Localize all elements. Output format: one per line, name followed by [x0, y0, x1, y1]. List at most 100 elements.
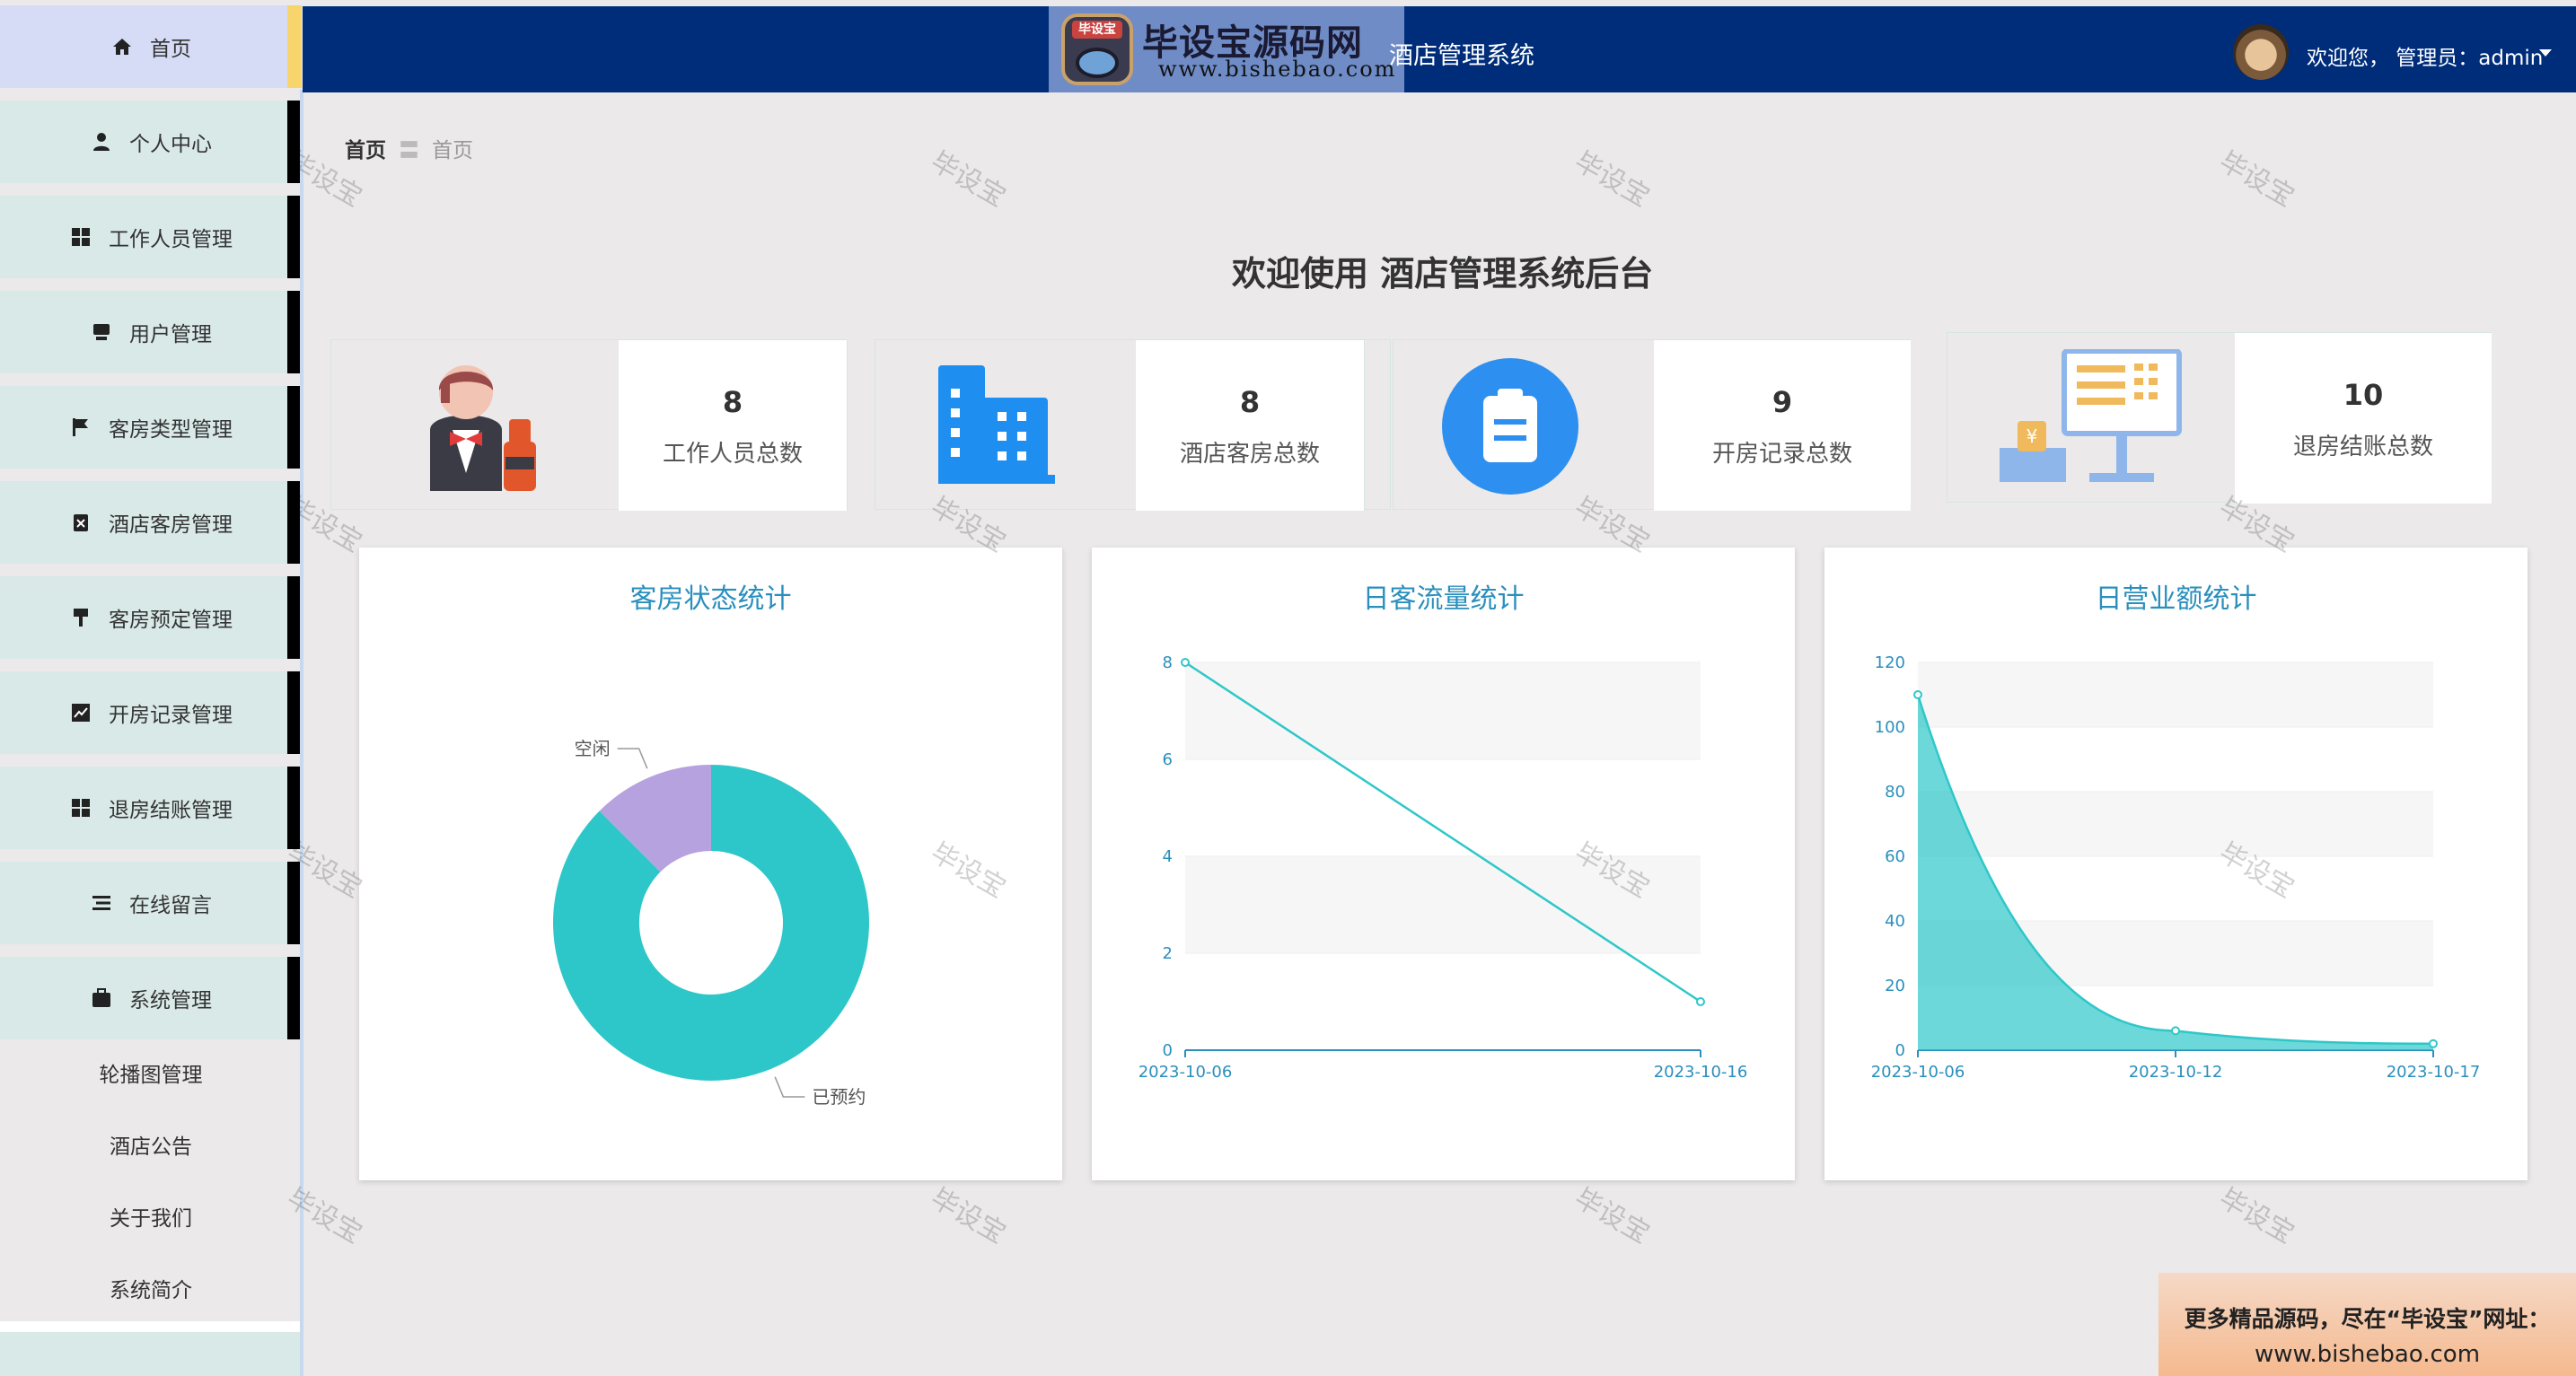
sidebar-item-reservations[interactable]: 客房预定管理	[0, 576, 302, 659]
sidebar-item-label: 在线留言	[129, 894, 212, 917]
data-point	[2429, 1039, 2438, 1048]
logo-url: www.bishebao.com	[1158, 57, 1397, 82]
sidebar-item-checkin-records[interactable]: 开房记录管理	[0, 671, 302, 754]
stat-label: 酒店客房总数	[1179, 441, 1320, 468]
grid-band	[1918, 662, 2433, 727]
x-tick-label: 2023-10-17	[2387, 1063, 2481, 1082]
pie-label-line	[617, 748, 648, 769]
flag-icon	[69, 416, 92, 439]
watermark: 毕设宝	[2213, 145, 2299, 214]
sidebar-edge	[300, 90, 303, 1376]
page-title: 欢迎使用 酒店管理系统后台	[1232, 254, 1654, 294]
list-icon	[90, 891, 113, 915]
top-header: 毕设宝 毕设宝源码网 www.bishebao.com 酒店管理系统 欢迎您， …	[303, 6, 2576, 92]
sidebar-item-label: 系统管理	[129, 989, 212, 1012]
svg-text:¥: ¥	[2027, 425, 2038, 447]
briefcase-icon	[90, 986, 113, 1010]
x-tick-label: 2023-10-06	[1139, 1063, 1233, 1082]
breadcrumb: 首页〓首页	[345, 133, 473, 163]
stat-label: 工作人员总数	[662, 441, 803, 468]
x-tick-label: 2023-10-06	[1871, 1063, 1965, 1082]
watermark: 毕设宝	[1569, 145, 1655, 214]
sidebar-item-label: 开房记录管理	[109, 704, 233, 727]
app-title: 酒店管理系统	[1389, 42, 1534, 70]
sidebar-divider	[0, 1321, 302, 1332]
promo-banner[interactable]: 更多精品源码，尽在“毕设宝”网址： www.bishebao.com	[2158, 1273, 2576, 1376]
sidebar-item-label: 客房类型管理	[109, 418, 233, 442]
y-tick-label: 80	[1885, 783, 1905, 802]
sidebar-item-label: 酒店客房管理	[109, 513, 233, 537]
sidebar-item-staff[interactable]: 工作人员管理	[0, 196, 302, 278]
sidebar-subitem-notice[interactable]: 酒店公告	[0, 1109, 302, 1180]
sidebar-item-label: 工作人员管理	[109, 228, 233, 251]
chart-card-room-status: 客房状态统计 已预约 空闲	[359, 548, 1062, 1180]
sidebar-item-home[interactable]: 首页	[0, 5, 302, 88]
pie-label: 已预约	[812, 1086, 866, 1108]
sidebar-subitem-intro[interactable]: 系统简介	[0, 1252, 302, 1324]
x-tick-label: 2023-10-12	[2129, 1063, 2223, 1082]
user-menu[interactable]: 欢迎您， 管理员：admin	[2307, 40, 2543, 71]
sidebar-item-room-types[interactable]: 客房类型管理	[0, 386, 302, 469]
sidebar-subitem-about[interactable]: 关于我们	[0, 1180, 302, 1252]
data-point	[1181, 658, 1190, 667]
y-tick-label: 40	[1885, 912, 1905, 931]
waiter-icon	[403, 356, 547, 500]
promo-url[interactable]: www.bishebao.com	[2158, 1341, 2576, 1368]
y-tick-label: 0	[1163, 1041, 1173, 1060]
trend-icon	[69, 701, 92, 724]
sidebar-item-label: 退房结账管理	[109, 799, 233, 822]
x-tick-label: 2023-10-16	[1654, 1063, 1748, 1082]
y-tick-label: 100	[1875, 718, 1905, 737]
y-tick-label: 20	[1885, 977, 1905, 995]
avatar[interactable]	[2233, 24, 2289, 80]
logo-badge-text: 毕设宝	[1072, 21, 1122, 39]
pie-label: 空闲	[575, 738, 611, 759]
grid-band	[1918, 727, 2433, 792]
y-tick-label: 120	[1875, 653, 1905, 672]
sidebar-item-label: 个人中心	[129, 133, 212, 156]
stat-card-checkouts: ¥ 10 退房结账总数	[1947, 332, 2492, 504]
sidebar-item-label: 用户管理	[129, 323, 212, 346]
sidebar-item-label: 客房预定管理	[109, 609, 233, 632]
sidebar-item-users[interactable]: 用户管理	[0, 291, 302, 373]
stat-value: 8	[1239, 385, 1261, 419]
breadcrumb-home[interactable]: 首页	[345, 139, 386, 162]
sidebar-item-rooms[interactable]: 酒店客房管理	[0, 481, 302, 564]
sidebar-subitem-carousel[interactable]: 轮播图管理	[0, 1037, 302, 1109]
sidebar-item-messages[interactable]: 在线留言	[0, 862, 302, 944]
data-point	[1696, 997, 1705, 1006]
breadcrumb-separator: 〓	[399, 139, 419, 162]
monitor-icon	[90, 320, 113, 344]
stat-value-box: 10 退房结账总数	[2235, 333, 2492, 504]
breadcrumb-current: 首页	[432, 139, 473, 162]
data-point	[1913, 690, 1922, 699]
stat-value-box: 9 开房记录总数	[1654, 340, 1911, 511]
watermark: 毕设宝	[925, 145, 1011, 214]
stat-value: 10	[2343, 378, 2384, 412]
building-icon	[938, 365, 1055, 487]
sidebar-item-profile[interactable]: 个人中心	[0, 101, 302, 183]
stat-value: 9	[1772, 385, 1793, 419]
data-point	[2171, 1026, 2180, 1036]
sidebar-item-system[interactable]: 系统管理	[0, 957, 302, 1039]
stat-value: 8	[722, 385, 743, 419]
stat-value-box: 8 酒店客房总数	[1136, 340, 1365, 511]
grid-icon	[69, 796, 92, 819]
grid-band	[1185, 953, 1701, 1050]
chevron-down-icon[interactable]	[2539, 49, 2552, 57]
grid-icon	[69, 225, 92, 249]
stat-card-rooms: 8 酒店客房总数	[875, 339, 1391, 511]
clipboard-icon	[1440, 356, 1580, 500]
stat-card-checkins: 9 开房记录总数	[1393, 339, 1911, 511]
watermark: 毕设宝	[1569, 1182, 1655, 1250]
pie-label-line	[774, 1076, 805, 1098]
pie-chart: 已预约 空闲	[553, 738, 870, 1108]
sidebar-item-checkout[interactable]: 退房结账管理	[0, 767, 302, 849]
stat-label: 开房记录总数	[1711, 441, 1852, 468]
y-tick-label: 8	[1163, 653, 1173, 672]
stat-card-staff: 8 工作人员总数	[330, 339, 848, 511]
site-logo: 毕设宝 毕设宝源码网 www.bishebao.com	[1049, 6, 1404, 92]
logo-badge-icon: 毕设宝	[1061, 13, 1133, 85]
y-tick-label: 6	[1163, 750, 1173, 769]
grid-band	[1185, 759, 1701, 856]
